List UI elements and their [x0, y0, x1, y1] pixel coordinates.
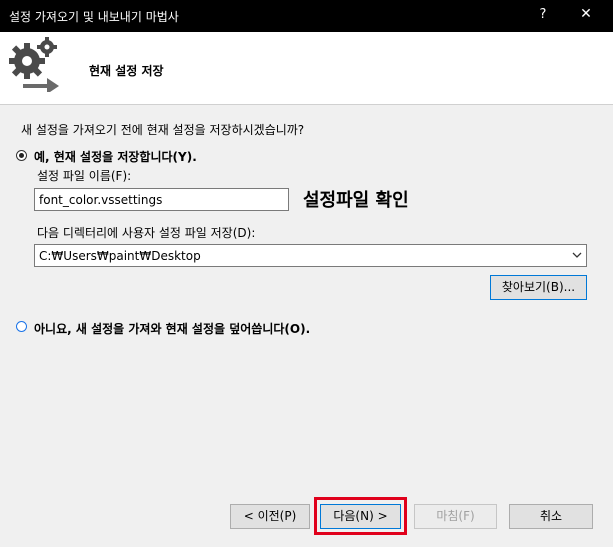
page-heading: 현재 설정 저장	[89, 64, 164, 78]
save-settings-label[interactable]: 예, 현재 설정을 저장합니다(Y).	[34, 148, 197, 165]
directory-combo[interactable]: C:₩Users₩paint₩Desktop	[34, 244, 587, 267]
help-button[interactable]: ?	[536, 7, 550, 22]
browse-button[interactable]: 찾아보기(B)...	[490, 275, 587, 300]
settings-gear-icon	[9, 37, 59, 92]
wizard-header: 현재 설정 저장	[0, 32, 613, 105]
cancel-button[interactable]: 취소	[509, 504, 593, 529]
file-name-input[interactable]	[34, 188, 289, 211]
title-bar: 설정 가져오기 및 내보내기 마법사 ? ✕	[0, 0, 613, 32]
close-button[interactable]: ✕	[578, 6, 594, 22]
directory-label: 다음 디렉터리에 사용자 설정 파일 저장(D):	[37, 226, 256, 240]
finish-button: 마침(F)	[414, 504, 497, 529]
previous-button[interactable]: < 이전(P)	[230, 504, 310, 529]
save-prompt: 새 설정을 가져오기 전에 현재 설정을 저장하시겠습니까?	[21, 123, 305, 137]
wizard-window: 설정 가져오기 및 내보내기 마법사 ? ✕ 현재 설정 저장 새 설정을 가져…	[0, 0, 613, 547]
chevron-down-icon[interactable]	[572, 250, 582, 260]
overwrite-settings-radio[interactable]	[16, 321, 27, 332]
annotation-text: 설정파일 확인	[303, 190, 409, 211]
directory-value: C:₩Users₩paint₩Desktop	[39, 249, 201, 263]
next-button[interactable]: 다음(N) >	[320, 504, 401, 529]
file-name-label: 설정 파일 이름(F):	[37, 169, 132, 183]
window-title: 설정 가져오기 및 내보내기 마법사	[9, 10, 179, 24]
save-settings-radio[interactable]	[16, 150, 27, 161]
overwrite-settings-label[interactable]: 아니요, 새 설정을 가져와 현재 설정을 덮어씁니다(O).	[34, 320, 310, 337]
